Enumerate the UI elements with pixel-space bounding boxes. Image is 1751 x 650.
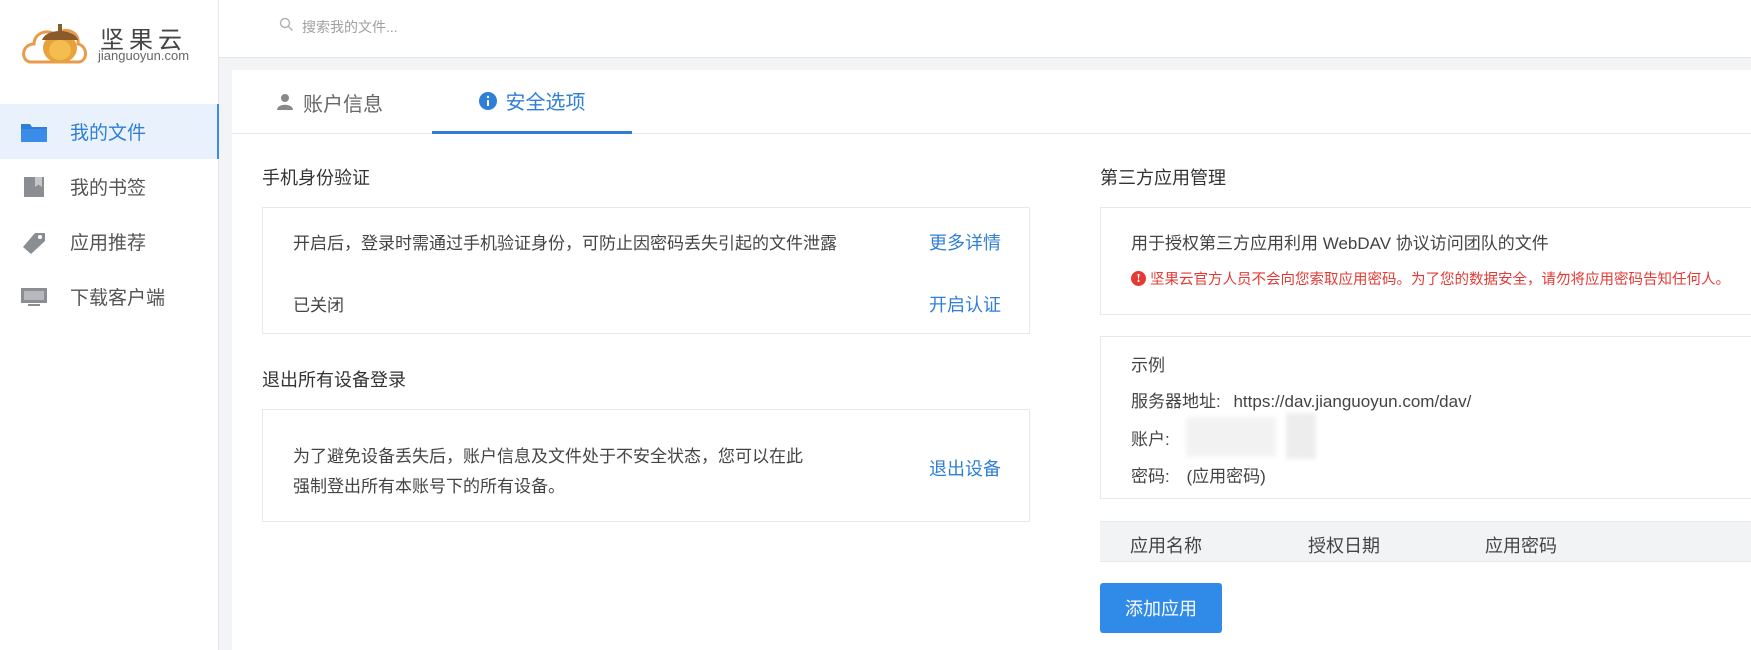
search-icon <box>279 17 294 37</box>
more-details-link[interactable]: 更多详情 <box>929 229 1001 255</box>
logo-domain: jianguoyun.com <box>98 48 190 63</box>
logout-all-box: 为了避免设备丢失后，账户信息及文件处于不安全状态，您可以在此 强制登出所有本账号… <box>262 409 1030 522</box>
search-box <box>279 17 602 37</box>
redacted-account-part <box>1286 413 1316 459</box>
logout-desc-line2: 强制登出所有本账号下的所有设备。 <box>293 477 565 496</box>
account-label: 账户: <box>1131 430 1170 449</box>
acorn-logo-icon <box>22 24 87 64</box>
third-party-box: 用于授权第三方应用利用 WebDAV 协议访问团队的文件 ! 坚果云官方人员不会… <box>1100 207 1751 315</box>
sidebar-item-bookmarks[interactable]: 我的书签 <box>0 159 219 214</box>
password-label: 密码: <box>1131 467 1170 486</box>
warning-text: 坚果云官方人员不会向您索取应用密码。为了您的数据安全，请勿将应用密码告知任何人。 <box>1150 272 1730 288</box>
app-table-header: 应用名称 授权日期 应用密码 <box>1100 521 1751 562</box>
example-box: 示例 服务器地址: https://dav.jianguoyun.com/dav… <box>1100 336 1751 499</box>
third-party-title: 第三方应用管理 <box>1100 168 1226 188</box>
tab-label: 账户信息 <box>303 93 383 116</box>
logout-devices-link[interactable]: 退出设备 <box>929 455 1001 481</box>
column-app-password: 应用密码 <box>1485 536 1557 556</box>
server-address-row: 服务器地址: https://dav.jianguoyun.com/dav/ <box>1131 387 1471 412</box>
tag-icon <box>20 229 48 255</box>
sidebar-item-label: 下载客户端 <box>70 288 166 309</box>
sidebar-item-my-files[interactable]: 我的文件 <box>0 104 219 159</box>
phone-verify-status: 已关闭 <box>293 296 344 315</box>
sidebar-item-download-client[interactable]: 下载客户端 <box>0 269 219 324</box>
example-title: 示例 <box>1131 356 1165 375</box>
logout-all-title: 退出所有设备登录 <box>262 370 406 390</box>
monitor-icon <box>20 284 48 310</box>
info-icon <box>478 91 497 110</box>
add-app-button[interactable]: 添加应用 <box>1100 583 1222 633</box>
account-row: 账户: <box>1131 425 1170 450</box>
phone-verify-box: 开启后，登录时需通过手机验证身份，可防止因密码丢失引起的文件泄露 更多详情 已关… <box>262 207 1030 334</box>
logo[interactable]: 坚果云 jianguoyun.com <box>22 14 202 70</box>
column-auth-date: 授权日期 <box>1308 536 1380 556</box>
redacted-account <box>1186 417 1276 457</box>
sidebar-item-label: 我的书签 <box>70 178 147 199</box>
third-party-desc: 用于授权第三方应用利用 WebDAV 协议访问团队的文件 <box>1131 234 1549 253</box>
user-icon <box>276 93 294 111</box>
sidebar-nav: 我的文件 我的书签 应用推荐 下载客户端 <box>0 104 219 324</box>
search-input[interactable] <box>302 19 602 35</box>
sidebar-item-label: 我的文件 <box>70 123 147 144</box>
sidebar-item-label: 应用推荐 <box>70 233 147 254</box>
logout-desc-line1: 为了避免设备丢失后，账户信息及文件处于不安全状态，您可以在此 <box>293 447 803 466</box>
bookmark-icon <box>20 174 48 200</box>
server-address-label: 服务器地址: <box>1131 392 1221 411</box>
phone-verify-desc: 开启后，登录时需通过手机验证身份，可防止因密码丢失引起的文件泄露 <box>293 234 837 253</box>
top-bar <box>219 0 1751 58</box>
password-value: (应用密码) <box>1186 467 1266 486</box>
warning-icon: ! <box>1131 271 1146 286</box>
phone-verify-title: 手机身份验证 <box>262 168 370 188</box>
column-app-name: 应用名称 <box>1130 536 1202 556</box>
tab-security-options[interactable]: 安全选项 <box>432 70 632 134</box>
tab-label: 安全选项 <box>505 92 586 114</box>
password-row: 密码: (应用密码) <box>1131 462 1266 487</box>
sidebar-item-app-recommend[interactable]: 应用推荐 <box>0 214 219 269</box>
enable-verification-link[interactable]: 开启认证 <box>929 291 1001 317</box>
tab-bar: 账户信息 安全选项 <box>232 70 1751 134</box>
sidebar: 坚果云 jianguoyun.com 我的文件 我的书签 应用推荐 下载客户端 <box>0 0 219 650</box>
tab-account-info[interactable]: 账户信息 <box>276 70 383 134</box>
server-address-value: https://dav.jianguoyun.com/dav/ <box>1233 392 1472 411</box>
security-warning: ! 坚果云官方人员不会向您索取应用密码。为了您的数据安全，请勿将应用密码告知任何… <box>1131 268 1730 289</box>
folder-icon <box>20 119 48 145</box>
